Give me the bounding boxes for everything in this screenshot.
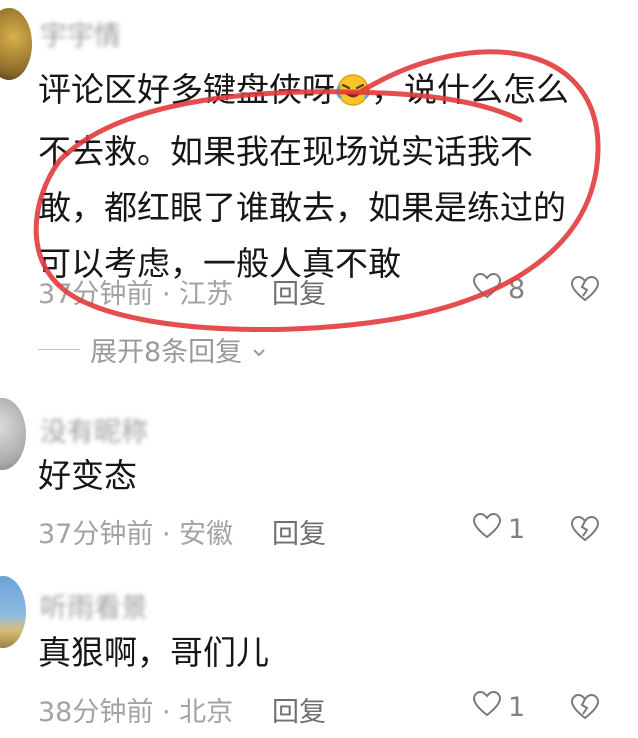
heart-icon (472, 690, 502, 724)
like-count: 1 (508, 513, 526, 545)
avatar[interactable] (0, 576, 26, 648)
like-button[interactable]: 8 (472, 272, 525, 306)
heart-icon (472, 512, 502, 546)
comment-text: 评论区好多键盘侠呀 ，说什么怎么 不去救。如果我在现场说实话我不 敢，都红眼了谁敢… (38, 62, 569, 292)
reply-button[interactable]: 回复 (272, 690, 326, 729)
comment-text: 好变态 (38, 456, 137, 495)
rofl-emoji-icon (335, 68, 371, 124)
comment-text-segment: ，说什么怎么 (371, 70, 569, 109)
username[interactable]: 听雨看景 (40, 586, 148, 625)
chevron-down-icon (252, 334, 266, 365)
username[interactable]: 宇宇情 (40, 14, 121, 53)
dislike-button[interactable] (570, 275, 600, 306)
comment-text-line: 不去救。如果我在现场说实话我不 (38, 132, 533, 171)
separator: · (153, 279, 180, 310)
timestamp: 37分钟前 (38, 279, 154, 310)
comment-text: 真狠啊，哥们儿 (38, 633, 269, 672)
dislike-button[interactable] (570, 693, 600, 724)
timestamp: 37分钟前 (38, 519, 154, 550)
heart-icon (472, 272, 502, 306)
broken-heart-icon (570, 693, 600, 724)
separator: · (153, 519, 180, 550)
location: 江苏 (179, 279, 234, 310)
timestamp: 38分钟前 (38, 697, 154, 728)
comment-meta: 37分钟前 · 江苏 (38, 272, 233, 311)
username[interactable]: 没有昵称 (40, 410, 148, 449)
like-button[interactable]: 1 (472, 512, 525, 546)
expand-replies-button[interactable]: 展开8条回复 (38, 330, 266, 369)
dislike-button[interactable] (570, 515, 600, 546)
location: 安徽 (179, 519, 234, 550)
expand-replies-label: 展开8条回复 (90, 337, 243, 368)
comment-text-line: 敢，都红眼了谁敢去，如果是练过的 (38, 188, 566, 227)
broken-heart-icon (570, 275, 600, 306)
separator: · (153, 697, 180, 728)
like-count: 1 (508, 691, 526, 723)
comment-meta: 38分钟前 · 北京 (38, 690, 233, 729)
avatar[interactable] (0, 8, 32, 80)
comment-text-segment: 评论区好多键盘侠呀 (38, 70, 335, 109)
reply-button[interactable]: 回复 (272, 272, 326, 311)
like-button[interactable]: 1 (472, 690, 525, 724)
location: 北京 (179, 697, 234, 728)
avatar[interactable] (0, 398, 26, 470)
divider (38, 349, 80, 350)
comment-meta: 37分钟前 · 安徽 (38, 512, 233, 551)
reply-button[interactable]: 回复 (272, 512, 326, 551)
like-count: 8 (508, 273, 526, 305)
broken-heart-icon (570, 515, 600, 546)
